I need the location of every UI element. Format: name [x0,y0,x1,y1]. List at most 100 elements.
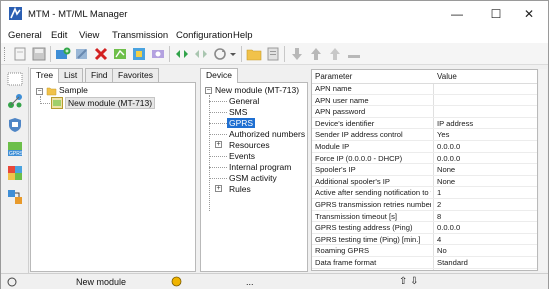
upload-icon[interactable] [308,46,324,62]
grid-header: Parameter Value [312,70,537,84]
tree-line [209,112,227,113]
device-item-sms[interactable]: SMS [229,107,247,117]
device-item-events[interactable]: Events [229,151,255,161]
minimize-panel-icon[interactable] [346,46,362,62]
grid-row[interactable]: Additional spooler's IP None [312,177,537,188]
expand-toggle[interactable]: + [215,141,222,148]
export-icon[interactable] [131,46,147,62]
grid-row[interactable]: Transmission timeout [s] 8 [312,212,537,223]
menu-view[interactable]: View [79,30,99,41]
grid-row[interactable]: Data frame format Standard [312,258,537,269]
map-icon[interactable] [112,46,128,62]
close-icon: ✕ [523,7,535,21]
modules-icon[interactable] [7,71,23,87]
grid-cell-parameter: Device's identifier [315,118,375,128]
flow-icon[interactable] [7,189,23,205]
grid-row[interactable]: GPRS transmission retries number 2 [312,200,537,211]
device-item-gsm-activity[interactable]: GSM activity [229,173,277,183]
tab-favorites[interactable]: Favorites [112,68,159,82]
grid-cell-value[interactable]: 2 [437,200,535,210]
grid-cell-value[interactable]: Yes [437,130,535,140]
device-item-gprs[interactable]: GPRS [227,118,256,128]
grid-row[interactable]: APN name [312,84,537,95]
tree-item-new-module[interactable]: New module (MT-713) [65,97,156,109]
folder-icon[interactable] [246,46,262,62]
grid-row[interactable]: Module IP 0.0.0.0 [312,142,537,153]
grid-row[interactable]: Device's identifier IP address [312,119,537,130]
grid-row[interactable]: Roaming GPRS No [312,246,537,257]
device-item-resources[interactable]: Resources [229,140,270,150]
grid-cell-value[interactable]: 0.0.0.0 [437,223,535,233]
tree-line [40,103,50,104]
grid-cell-value[interactable]: IP address [437,119,535,129]
sync-icon[interactable] [212,46,228,62]
grid-cell-value[interactable]: None [437,165,535,175]
puzzle-icon[interactable] [7,165,23,181]
menu-help[interactable]: Help [233,30,253,41]
configure-icon[interactable] [74,46,90,62]
menu-configuration[interactable]: Configuration [176,30,233,41]
grid-cell-parameter: GPRS testing address (Ping) [315,223,413,233]
collapse-toggle[interactable]: − [36,88,43,95]
grid-cell-value[interactable]: 0.0.0.0 [437,154,535,164]
grid-row[interactable]: Spooler's IP None [312,165,537,176]
connect-icon[interactable] [174,46,190,62]
collapse-toggle[interactable]: − [205,87,212,94]
tab-device[interactable]: Device [200,68,238,83]
toolbar-grip[interactable] [4,47,7,61]
grid-row[interactable]: APN password [312,107,537,118]
tab-tree[interactable]: Tree [30,68,60,83]
device-item-rules[interactable]: Rules [229,184,251,194]
grid-cell-value[interactable]: 1 [437,188,535,198]
network-icon[interactable] [7,93,23,109]
grid-row[interactable]: APN user name [312,96,537,107]
new-icon[interactable] [12,46,28,62]
menu-edit[interactable]: Edit [51,30,67,41]
grid-row[interactable]: Active after sending notification to t..… [312,188,537,199]
menu-general[interactable]: General [8,30,42,41]
upload-alt-icon[interactable] [327,46,343,62]
grid-row[interactable]: Sender IP address control Yes [312,130,537,141]
grid-cell-value[interactable]: 8 [437,212,535,222]
grid-cell-parameter: APN user name [315,95,369,105]
delete-icon[interactable] [93,46,109,62]
print-icon[interactable] [265,46,281,62]
grid-cell-value[interactable]: 0.0.0.0 [437,142,535,152]
add-module-icon[interactable] [55,46,71,62]
grid-cell-value[interactable]: 4 [437,235,535,245]
tree-root-sample[interactable]: Sample [59,85,88,95]
gprs-device-icon[interactable]: GPRS [7,141,23,157]
device-item-general[interactable]: General [229,96,259,106]
grid-cell-value[interactable]: None [437,177,535,187]
grid-header-parameter[interactable]: Parameter [315,70,431,83]
transfer-arrows-icon: ⇧ ⇩ [399,276,419,287]
minimize-icon: — [451,7,463,21]
tree-line [209,156,227,157]
save-icon[interactable] [31,46,47,62]
tab-list[interactable]: List [58,68,84,82]
dropdown-arrow-icon[interactable] [229,46,237,62]
grid-row[interactable]: GPRS testing address (Ping) 0.0.0.0 [312,223,537,234]
maximize-icon: ☐ [490,7,502,21]
grid-header-value[interactable]: Value [437,70,535,83]
device-item-internal-program[interactable]: Internal program [229,162,291,172]
disconnect-icon[interactable] [193,46,209,62]
tab-find[interactable]: Find [85,68,114,82]
expand-toggle[interactable]: + [215,185,222,192]
grid-cell-parameter: Transmission timeout [s] [315,211,398,221]
wizard-icon[interactable] [150,46,166,62]
close-button[interactable]: ✕ [509,1,549,27]
grid-cell-value[interactable]: No [437,246,535,256]
tree-line [209,167,227,168]
device-tree-root[interactable]: New module (MT-713) [215,85,299,95]
grid-row[interactable]: GPRS testing time (Ping) [min.] 4 [312,235,537,246]
device-item-authorized-numbers[interactable]: Authorized numbers [229,129,305,139]
download-icon[interactable] [289,46,305,62]
grid-scrollbar[interactable] [539,69,547,271]
grid-cell-value[interactable]: Standard [437,258,535,268]
menu-transmission[interactable]: Transmission [112,30,168,41]
grid-row[interactable]: Force IP (0.0.0.0 - DHCP) 0.0.0.0 [312,154,537,165]
app-window: MTM - MT/ML Manager — ☐ ✕ General Edit V… [0,0,549,289]
window-title: MTM - MT/ML Manager [28,9,128,20]
shield-icon[interactable] [7,117,23,133]
